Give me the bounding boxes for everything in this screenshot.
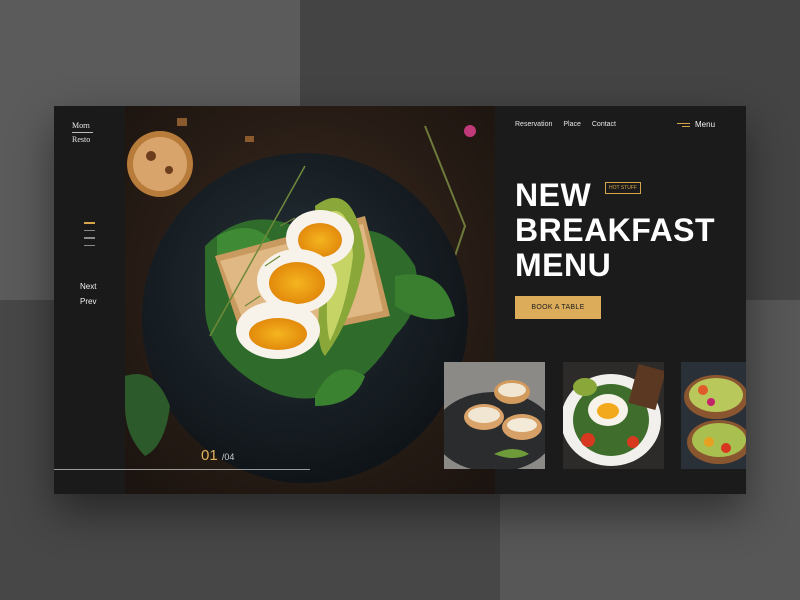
next-button[interactable]: Next [80, 282, 96, 291]
thumbnail-egg-salad[interactable] [563, 362, 664, 469]
slide-dot-2[interactable] [84, 229, 95, 231]
slide-counter: 01 /04 [201, 447, 234, 464]
hero-food-illustration [125, 106, 495, 494]
nav-item-contact[interactable]: Contact [592, 121, 616, 128]
brand-line-2: Resto [72, 135, 91, 144]
website-frame: Morn Resto Next Prev 01 /04 Reservation … [54, 106, 746, 494]
menu-thumbnails [444, 362, 746, 469]
menu-label: Menu [695, 120, 716, 129]
slide-progress-line [54, 469, 310, 470]
thumbnail-avocado-toast[interactable] [681, 362, 746, 469]
headline-line-2: BREAKFAST [515, 212, 716, 248]
egg-salad-dish-image [563, 362, 664, 469]
hamburger-icon [677, 121, 690, 129]
headline-line-3: MENU [515, 247, 612, 283]
brand-line-1: Morn [72, 121, 90, 130]
avocado-toast-dish-image [681, 362, 746, 469]
hero-image: 01 /04 [125, 106, 495, 494]
slide-indicator [84, 222, 95, 252]
slide-dot-1[interactable] [84, 222, 95, 224]
nav-item-reservation[interactable]: Reservation [515, 121, 552, 128]
brand-divider [72, 132, 93, 133]
toast-dish-image [444, 362, 545, 469]
menu-button[interactable]: Menu [677, 120, 715, 129]
left-sidebar: Morn Resto Next Prev [54, 106, 125, 494]
slide-dot-4[interactable] [84, 244, 95, 246]
brand-logo[interactable]: Morn Resto [72, 120, 112, 145]
prev-button[interactable]: Prev [80, 297, 96, 306]
book-table-button[interactable]: BOOK A TABLE [515, 296, 601, 319]
slide-dot-3[interactable] [84, 237, 95, 239]
top-navigation: Reservation Place Contact [515, 121, 616, 128]
thumbnail-toast[interactable] [444, 362, 545, 469]
hot-stuff-badge: HOT STUFF [605, 182, 641, 194]
slide-counter-total: 04 [224, 452, 235, 462]
nav-item-place[interactable]: Place [563, 121, 581, 128]
slide-counter-current: 01 [201, 447, 218, 464]
